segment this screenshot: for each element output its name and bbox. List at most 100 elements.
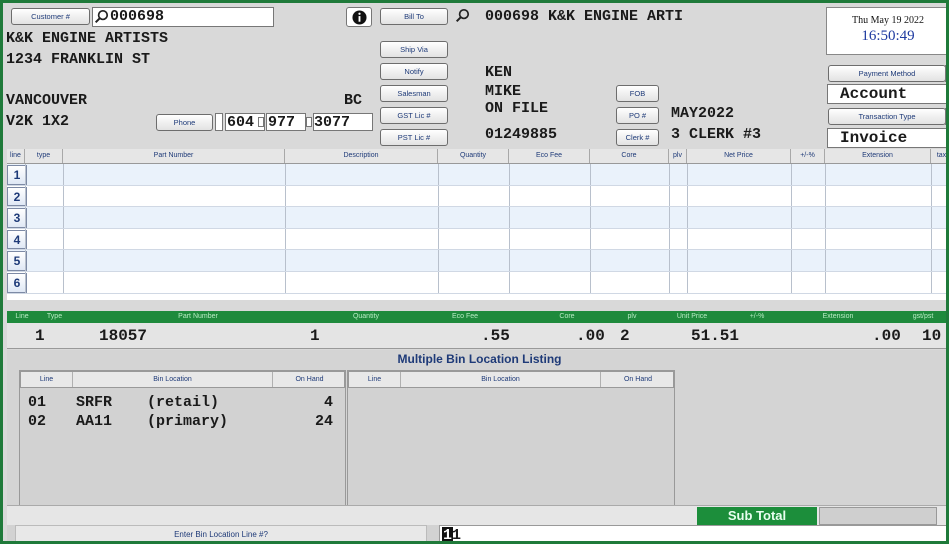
line-grid-divider xyxy=(25,207,26,228)
line-grid-row-number[interactable]: 4 xyxy=(7,229,27,250)
payment-dropdown[interactable] xyxy=(945,65,946,82)
line-grid-row[interactable]: 1 xyxy=(7,164,946,186)
line-grid-divider xyxy=(669,228,670,250)
cur-col-part: Part Number xyxy=(178,313,218,320)
line-grid-divider xyxy=(438,185,439,207)
line-grid-divider xyxy=(825,272,826,293)
cur-tax: 10 xyxy=(922,327,942,345)
line-grid[interactable]: 123456 xyxy=(7,164,946,300)
line-grid-divider xyxy=(63,272,64,293)
subtotal-value xyxy=(819,507,937,525)
line-grid-divider xyxy=(687,185,688,207)
line-grid-divider xyxy=(25,228,26,250)
payment-method-value: Account xyxy=(840,85,908,103)
line-grid-row[interactable]: 5 xyxy=(7,250,946,272)
bin-table-right[interactable]: Line Bin Location On Hand xyxy=(347,370,675,515)
line-grid-divider xyxy=(285,250,286,271)
line-grid-row-number[interactable]: 6 xyxy=(7,273,27,293)
bin-row-desc: (primary) xyxy=(147,413,229,430)
bin-col-location: Bin Location xyxy=(73,372,273,387)
customer-postal: V2K 1X2 xyxy=(6,113,70,130)
line-grid-divider xyxy=(791,250,792,271)
bin-row-location: AA11 xyxy=(76,413,113,430)
po-button[interactable]: PO # xyxy=(616,107,659,124)
bin-row-location: SRFR xyxy=(76,394,113,411)
cur-eco-fee: .55 xyxy=(481,327,510,345)
bin-row[interactable]: 02 AA11 (primary) 24 xyxy=(20,413,345,432)
line-grid-divider xyxy=(63,228,64,250)
notify-button[interactable]: Notify xyxy=(380,63,448,80)
col-pct: +/-% xyxy=(791,149,825,163)
line-grid-row[interactable]: 6 xyxy=(7,272,946,294)
line-grid-row-number[interactable]: 1 xyxy=(7,165,27,185)
transaction-type-button[interactable]: Transaction Type xyxy=(828,108,946,125)
line-grid-divider xyxy=(669,164,670,185)
phone-bracket-left xyxy=(215,113,223,131)
gst-lic-value: ON FILE xyxy=(485,100,549,117)
prompt-input[interactable]: 1 1 xyxy=(439,525,946,541)
phone-button[interactable]: Phone xyxy=(156,114,213,131)
bin-col-line-2: Line xyxy=(349,372,401,387)
line-grid-divider xyxy=(687,207,688,228)
clerk-value: 3 CLERK #3 xyxy=(671,126,762,143)
customer-lookup-icon[interactable] xyxy=(94,9,109,24)
customer-number-button[interactable]: Customer # xyxy=(11,8,90,25)
line-grid-row[interactable]: 4 xyxy=(7,228,946,251)
prompt-label: Enter Bin Location Line #? xyxy=(15,525,427,541)
customer-name: K&K ENGINE ARTISTS xyxy=(6,30,169,47)
current-line-row[interactable]: 1 18057 1 .55 .00 2 51.51 .00 10 xyxy=(7,323,946,349)
line-grid-divider xyxy=(509,228,510,250)
line-grid-divider xyxy=(25,272,26,293)
fob-button[interactable]: FOB xyxy=(616,85,659,102)
line-grid-divider xyxy=(590,164,591,185)
cur-col-type: Type xyxy=(46,313,63,320)
cur-core: .00 xyxy=(576,327,605,345)
line-grid-divider xyxy=(438,228,439,250)
line-grid-divider xyxy=(63,207,64,228)
line-grid-divider xyxy=(285,164,286,185)
bin-table-left[interactable]: Line Bin Location On Hand 01 SRFR (retai… xyxy=(19,370,346,515)
cur-plv: 2 xyxy=(620,327,630,345)
line-grid-divider xyxy=(509,250,510,271)
line-grid-divider xyxy=(509,164,510,185)
phone-dash xyxy=(306,117,312,127)
salesman-button[interactable]: Salesman xyxy=(380,85,448,102)
line-grid-divider xyxy=(669,250,670,271)
bin-row[interactable]: 01 SRFR (retail) 4 xyxy=(20,394,345,413)
line-grid-row[interactable]: 2 xyxy=(7,185,946,208)
clerk-button[interactable]: Clerk # xyxy=(616,129,659,146)
col-core: Core xyxy=(590,149,669,163)
line-grid-divider xyxy=(438,250,439,271)
bin-table-left-header: Line Bin Location On Hand xyxy=(20,371,345,388)
info-button[interactable] xyxy=(346,7,372,27)
pst-lic-button[interactable]: PST Lic # xyxy=(380,129,448,146)
line-grid-row-number[interactable]: 3 xyxy=(7,208,27,228)
line-grid-divider xyxy=(25,250,26,271)
line-grid-divider xyxy=(791,185,792,207)
line-grid-row-number[interactable]: 5 xyxy=(7,251,27,271)
line-grid-divider xyxy=(825,164,826,185)
line-grid-divider xyxy=(825,207,826,228)
col-line: line xyxy=(7,149,25,163)
bin-row-line: 01 xyxy=(28,394,47,411)
bin-row-desc: (retail) xyxy=(147,394,220,411)
bill-to-button[interactable]: Bill To xyxy=(380,8,448,25)
line-grid-divider xyxy=(931,164,932,185)
salesman-value: MIKE xyxy=(485,83,522,100)
col-quantity: Quantity xyxy=(438,149,509,163)
line-grid-divider xyxy=(285,228,286,250)
current-time: 16:50:49 xyxy=(861,28,915,44)
cur-part-number: 18057 xyxy=(99,327,148,345)
bill-to-value: 000698 K&K ENGINE ARTI xyxy=(485,8,684,25)
payment-method-button[interactable]: Payment Method xyxy=(828,65,946,82)
bin-col-line: Line xyxy=(21,372,73,387)
line-grid-divider xyxy=(687,228,688,250)
line-grid-divider xyxy=(931,185,932,207)
transaction-dropdown[interactable] xyxy=(945,108,946,125)
line-grid-row-number[interactable]: 2 xyxy=(7,186,27,207)
ship-via-button[interactable]: Ship Via xyxy=(380,41,448,58)
line-grid-divider xyxy=(687,250,688,271)
bill-to-lookup-icon[interactable] xyxy=(455,8,470,23)
gst-lic-button[interactable]: GST Lic # xyxy=(380,107,448,124)
line-grid-row[interactable]: 3 xyxy=(7,207,946,229)
